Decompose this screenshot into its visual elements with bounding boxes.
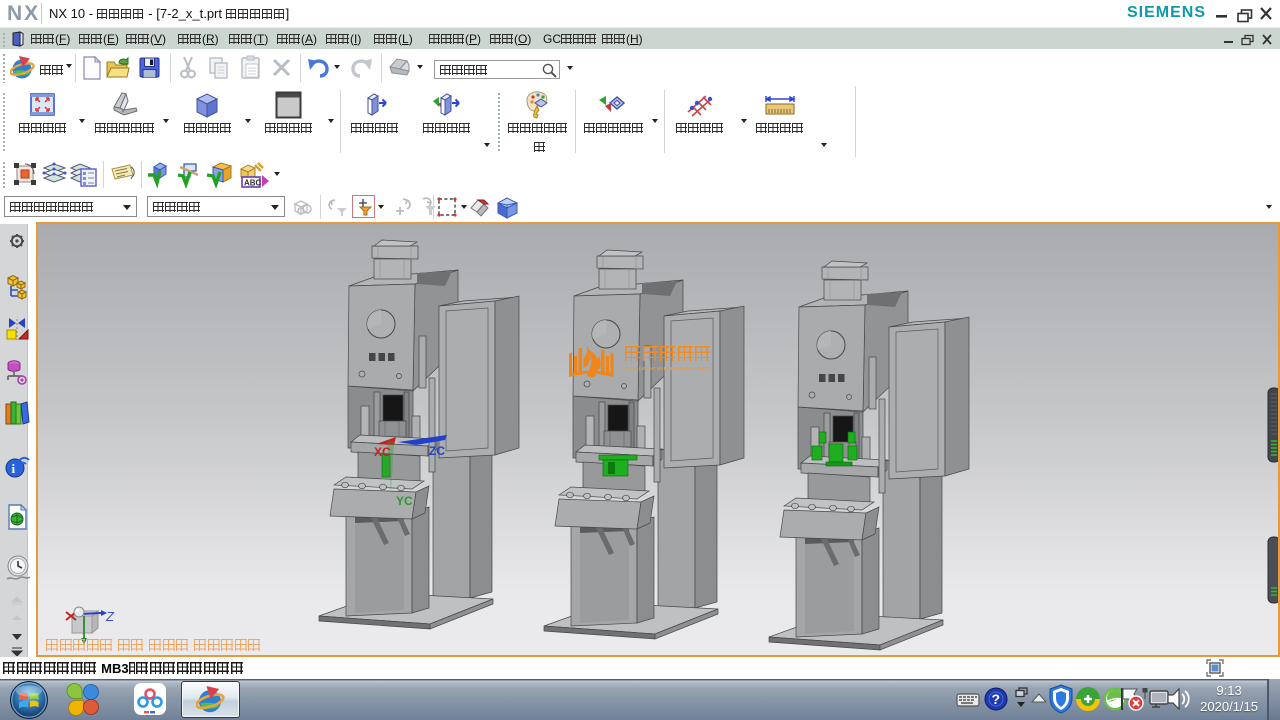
svg-text:XC: XC	[374, 445, 391, 459]
svg-text:ABC: ABC	[244, 179, 262, 188]
svg-text:YC: YC	[396, 494, 413, 508]
svg-text:ZC: ZC	[429, 444, 445, 458]
svg-text:?: ?	[992, 691, 1001, 707]
svg-text:Z: Z	[105, 609, 115, 624]
svg-text:i: i	[12, 461, 16, 476]
